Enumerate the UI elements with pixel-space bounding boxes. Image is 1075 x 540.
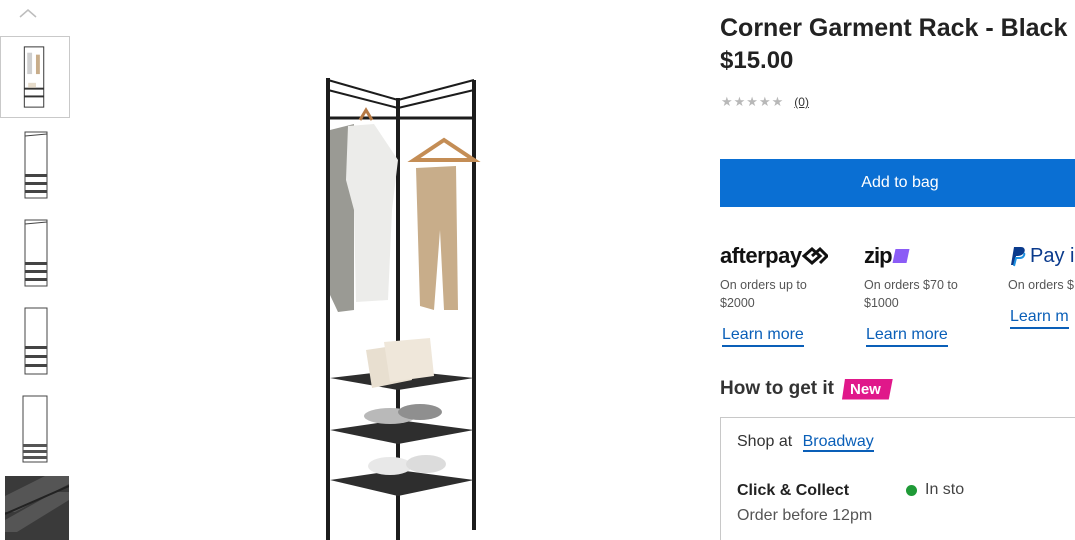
product-price: $15.00 <box>720 47 794 74</box>
rating: ★★★★★ (0) <box>721 94 809 110</box>
payment-zip: zip On orders $70 to $1000 Learn more <box>864 240 1004 347</box>
paypal-p-icon <box>1011 247 1026 267</box>
click-collect-title: Click & Collect <box>737 482 850 499</box>
star-rating-icon: ★★★★★ <box>721 94 785 109</box>
product-title: Corner Garment Rack - Black <box>720 14 1068 42</box>
order-cutoff-note: Order before 12pm <box>737 507 873 524</box>
in-stock-dot-icon <box>906 484 917 496</box>
store-box: Shop at Broadway Click & Collect In sto … <box>720 417 1075 540</box>
chevron-up-icon[interactable] <box>18 6 38 20</box>
shop-at-label: Shop at <box>737 433 793 450</box>
afterpay-arrows-icon <box>801 246 828 265</box>
stock-status-text: In sto <box>925 481 965 498</box>
payment-paypal: Pay i On orders $ $2000 Learn m <box>1008 240 1075 329</box>
thumbnail-2[interactable] <box>5 124 69 206</box>
zip-learn-more-link[interactable]: Learn more <box>866 326 948 347</box>
add-to-bag-button[interactable]: Add to bag <box>720 159 1075 207</box>
store-name-link[interactable]: Broadway <box>802 433 874 452</box>
thumbnail-gallery <box>0 0 72 540</box>
how-to-get-it: How to get it New <box>720 378 893 400</box>
paypal-logo: Pay i <box>1008 240 1075 272</box>
afterpay-note: On orders up to $2000 <box>720 278 807 310</box>
paypal-note: On orders $ $2000 <box>1008 278 1075 292</box>
stock-status: In sto <box>906 481 964 499</box>
payment-afterpay: afterpay On orders up to $2000 Learn mor… <box>720 240 860 347</box>
shop-at: Shop at Broadway <box>737 433 874 452</box>
afterpay-logo: afterpay <box>720 240 860 272</box>
how-to-get-it-heading: How to get it <box>720 378 834 399</box>
thumbnail-4[interactable] <box>5 300 69 382</box>
thumbnail-5[interactable] <box>5 388 69 470</box>
zip-mark-icon <box>892 249 910 263</box>
review-count-link[interactable]: (0) <box>794 95 809 109</box>
thumbnail-1[interactable] <box>0 36 70 118</box>
zip-note: On orders $70 to $1000 <box>864 278 958 310</box>
afterpay-learn-more-link[interactable]: Learn more <box>722 326 804 347</box>
zip-logo: zip <box>864 240 1004 272</box>
paypal-learn-more-link[interactable]: Learn m <box>1010 308 1069 329</box>
new-badge: New <box>841 378 893 400</box>
thumbnail-3[interactable] <box>5 212 69 294</box>
thumbnail-6[interactable] <box>5 476 69 540</box>
product-image <box>230 60 580 540</box>
